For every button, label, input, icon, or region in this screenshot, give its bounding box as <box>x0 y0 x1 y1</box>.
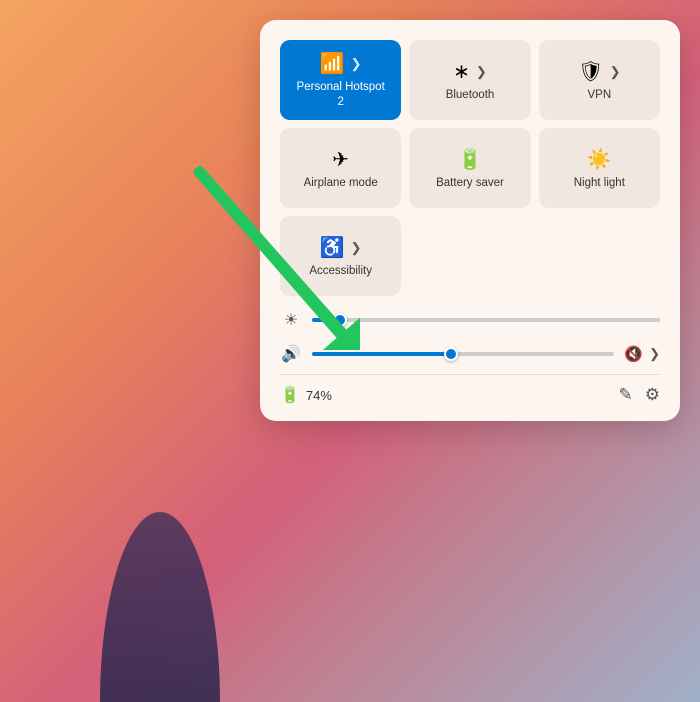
settings-icon[interactable]: ⚙ <box>645 385 660 405</box>
quick-settings-panel: 📶 ❯ Personal Hotspot2 ∗ ❯ Bluetooth 🛡 ❯ … <box>260 20 680 421</box>
tile-night-light[interactable]: ☀️ Night light <box>539 128 660 208</box>
bluetooth-label: Bluetooth <box>446 88 495 103</box>
volume-settings-icon[interactable]: 🔇 <box>624 345 643 363</box>
airplane-icon: ✈ <box>332 150 349 170</box>
edit-icon[interactable]: ✎ <box>619 385 633 405</box>
vpn-icon: 🛡 <box>578 62 603 82</box>
brightness-thumb[interactable] <box>333 313 347 327</box>
hotspot-chevron: ❯ <box>351 56 362 72</box>
night-light-label: Night light <box>574 176 625 191</box>
quick-tiles-grid: 📶 ❯ Personal Hotspot2 ∗ ❯ Bluetooth 🛡 ❯ … <box>280 40 660 296</box>
tile-personal-hotspot[interactable]: 📶 ❯ Personal Hotspot2 <box>280 40 401 120</box>
accessibility-chevron: ❯ <box>351 240 362 256</box>
tile-inner-vpn: 🛡 ❯ <box>578 62 620 82</box>
vpn-chevron: ❯ <box>610 64 621 80</box>
accessibility-icon: ♿ <box>320 238 345 258</box>
tile-battery-saver[interactable]: 🔋 Battery saver <box>409 128 530 208</box>
tile-inner-bluetooth: ∗ ❯ <box>453 62 487 82</box>
accessibility-label: Accessibility <box>309 264 372 279</box>
tile-bluetooth[interactable]: ∗ ❯ Bluetooth <box>409 40 530 120</box>
hotspot-label: Personal Hotspot2 <box>297 80 385 110</box>
tile-inner-battery-saver: 🔋 <box>458 150 483 170</box>
bluetooth-chevron: ❯ <box>476 64 487 80</box>
battery-saver-icon: 🔋 <box>458 150 483 170</box>
battery-icon: 🔋 <box>280 385 300 405</box>
volume-row: 🔊 🔇 ❯ <box>280 344 660 364</box>
tile-airplane-mode[interactable]: ✈ Airplane mode <box>280 128 401 208</box>
brightness-row: ☀ <box>280 310 660 330</box>
bottom-icons: ✎ ⚙ <box>619 385 661 405</box>
brightness-slider[interactable] <box>312 318 660 322</box>
sliders-section: ☀ 🔊 🔇 ❯ <box>280 310 660 364</box>
battery-percentage: 74% <box>306 388 332 403</box>
tile-inner-accessibility: ♿ ❯ <box>320 238 362 258</box>
volume-thumb[interactable] <box>444 347 458 361</box>
night-light-icon: ☀️ <box>587 150 612 170</box>
volume-right-controls: 🔇 ❯ <box>624 345 660 363</box>
tile-accessibility[interactable]: ♿ ❯ Accessibility <box>280 216 401 296</box>
tile-inner-hotspot: 📶 ❯ <box>320 54 362 74</box>
volume-icon: 🔊 <box>280 344 302 364</box>
battery-info: 🔋 74% <box>280 385 332 405</box>
vpn-label: VPN <box>588 88 612 103</box>
wifi-icon: 📶 <box>320 54 345 74</box>
airplane-label: Airplane mode <box>304 176 378 191</box>
tile-vpn[interactable]: 🛡 ❯ VPN <box>539 40 660 120</box>
volume-slider[interactable] <box>312 352 614 356</box>
bluetooth-icon: ∗ <box>453 62 470 82</box>
bottom-bar: 🔋 74% ✎ ⚙ <box>280 374 660 405</box>
battery-saver-label: Battery saver <box>436 176 504 191</box>
tile-inner-airplane: ✈ <box>332 150 349 170</box>
volume-chevron[interactable]: ❯ <box>649 346 660 362</box>
brightness-icon: ☀ <box>280 310 302 330</box>
tile-inner-night-light: ☀️ <box>587 150 612 170</box>
